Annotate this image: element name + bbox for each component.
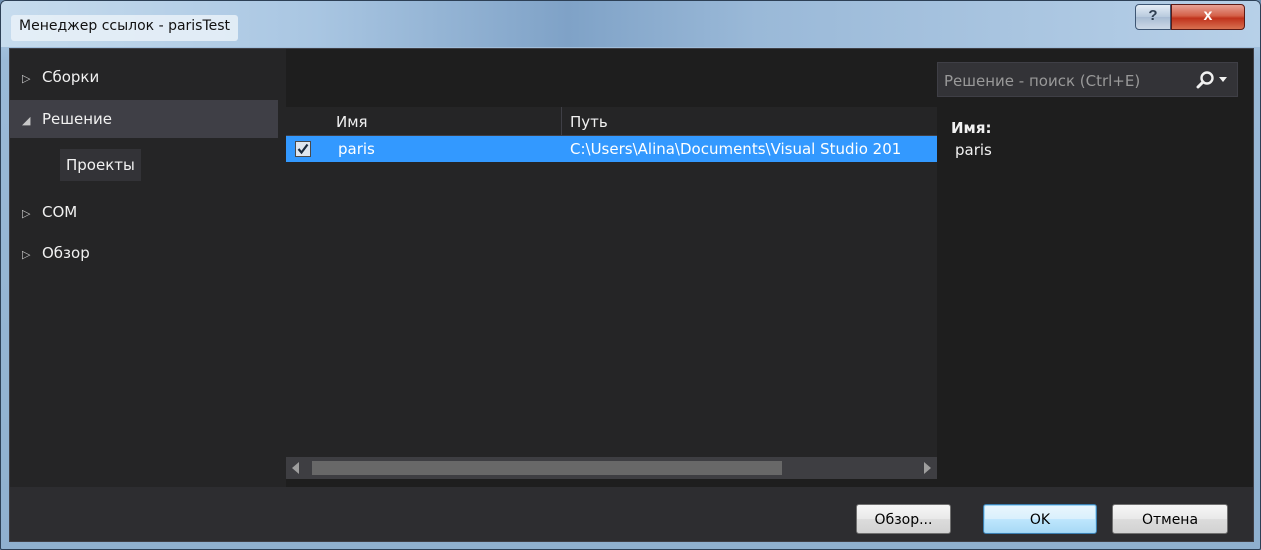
category-nav: ▷ Сборки ◢ Решение Проекты ▷ COM ▷ Обзор — [10, 49, 286, 487]
search-input[interactable] — [938, 63, 1196, 98]
ok-button[interactable]: OK — [983, 504, 1097, 534]
scroll-right-icon[interactable] — [924, 462, 931, 474]
browse-button[interactable]: Обзор... — [856, 504, 951, 534]
help-button[interactable]: ? — [1135, 4, 1171, 30]
detail-name-value: paris — [955, 141, 992, 159]
nav-item-label: COM — [42, 203, 78, 221]
search-icon[interactable] — [1196, 70, 1216, 90]
details-panel: Имя: paris — [937, 107, 1247, 479]
list-header: Имя Путь — [286, 107, 937, 136]
nav-item-label: Обзор — [42, 244, 90, 262]
nav-item-assemblies[interactable]: ▷ Сборки — [10, 58, 278, 96]
table-row[interactable]: paris C:\Users\Alina\Documents\Visual St… — [286, 136, 937, 162]
expand-arrow-icon: ▷ — [22, 248, 31, 261]
cancel-button[interactable]: Отмена — [1112, 504, 1228, 534]
row-name-cell: paris — [338, 140, 375, 158]
column-divider[interactable] — [561, 107, 562, 135]
dialog-footer: Обзор... OK Отмена — [10, 487, 1253, 541]
title-bar[interactable]: Менеджер ссылок - parisTest ? x — [1, 1, 1260, 47]
nav-subitem-projects[interactable]: Проекты — [60, 149, 141, 181]
expand-arrow-icon: ▷ — [22, 72, 31, 85]
collapse-arrow-icon: ◢ — [22, 114, 31, 127]
column-header-name[interactable]: Имя — [336, 113, 368, 131]
nav-item-label: Решение — [42, 110, 113, 128]
row-path-cell: C:\Users\Alina\Documents\Visual Studio 2… — [570, 140, 902, 158]
nav-item-com[interactable]: ▷ COM — [10, 193, 278, 231]
column-header-path[interactable]: Путь — [570, 113, 608, 131]
scroll-left-icon[interactable] — [292, 462, 299, 474]
reference-manager-window: Менеджер ссылок - parisTest ? x ▷ Сборки … — [0, 0, 1261, 550]
search-dropdown-icon[interactable] — [1219, 77, 1227, 82]
close-button[interactable]: x — [1171, 4, 1245, 30]
nav-item-solution[interactable]: ◢ Решение — [10, 100, 278, 138]
search-box[interactable] — [937, 62, 1238, 98]
horizontal-scrollbar[interactable] — [286, 457, 937, 479]
dialog-client-area: ▷Сборки ◢Решение Проекты ▷COM ▷Обзор И — [9, 48, 1254, 542]
detail-name-label: Имя: — [951, 119, 992, 137]
window-title: Менеджер ссылок - parisTest — [11, 15, 239, 41]
checkbox-checked-icon[interactable] — [294, 140, 312, 158]
nav-item-label: Сборки — [42, 68, 100, 86]
scroll-thumb[interactable] — [312, 461, 782, 475]
nav-item-browse[interactable]: ▷ Обзор — [10, 234, 278, 272]
expand-arrow-icon: ▷ — [22, 207, 31, 220]
reference-list: Имя Путь paris C:\Users\Alina\Documents\… — [286, 107, 937, 479]
